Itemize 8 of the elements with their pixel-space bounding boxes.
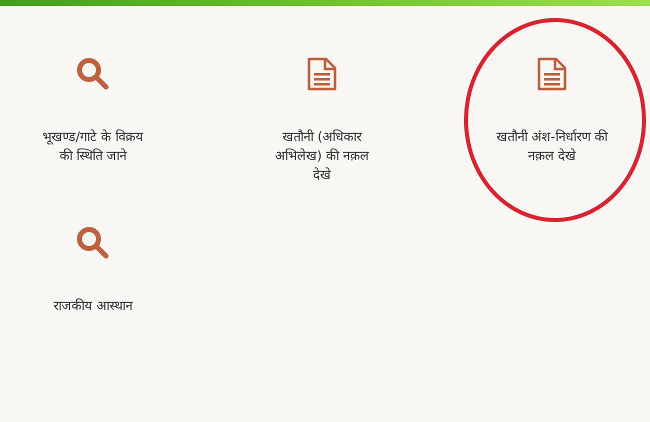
menu-link[interactable]: खतौनी (अधिकार अभिलेख) की नक़ल देखे xyxy=(266,128,378,185)
menu-link[interactable]: खतौनी अंश-निर्धारण की नक़ल देखे xyxy=(496,128,608,166)
search-icon xyxy=(76,57,110,91)
document-icon xyxy=(537,57,567,91)
document-icon xyxy=(307,57,337,91)
search-icon xyxy=(76,226,110,260)
menu-link[interactable]: राजकीय आस्थान xyxy=(37,297,149,316)
menu-link[interactable]: भूखण्ड/गाटे के विक्रय की स्थिति जाने xyxy=(37,128,149,166)
